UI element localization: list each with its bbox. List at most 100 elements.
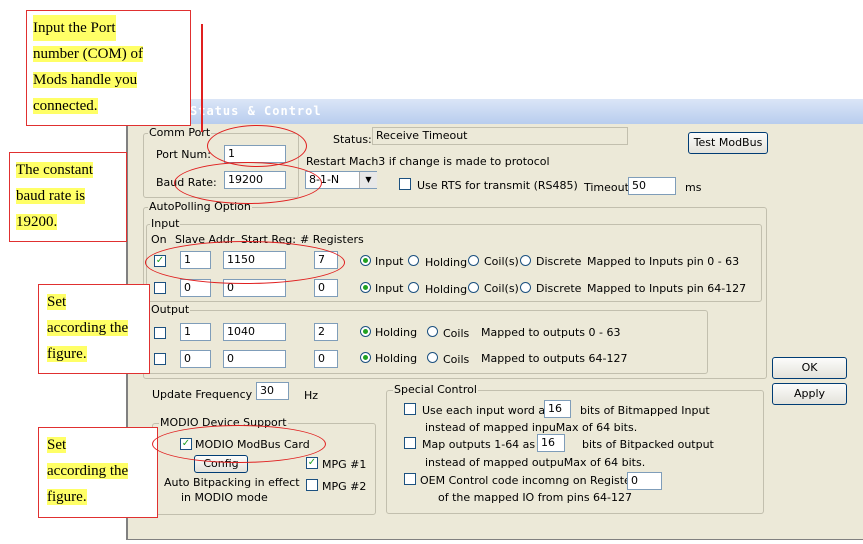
output-row1-holding-label: Holding <box>375 326 418 339</box>
mpg1-label: MPG #1 <box>322 458 367 471</box>
input-label: Input <box>150 217 181 230</box>
input-row2-count[interactable]: 0 <box>314 279 338 297</box>
output-row1-radio-holding[interactable] <box>360 326 371 337</box>
input-row1-radio-input[interactable] <box>360 255 371 266</box>
output-row2-coils-label: Coils <box>443 353 470 366</box>
apply-button[interactable]: Apply <box>772 383 847 405</box>
output-row2-radio-holding[interactable] <box>360 352 371 363</box>
annotation-baud-line1: The constant <box>16 162 94 178</box>
special-opt2-text-b: bits of Bitpacked output <box>582 438 714 451</box>
input-row2-coils-label: Coil(s) <box>484 282 519 295</box>
annotation-port-line3: Mods handle you <box>33 72 138 88</box>
highlight-ellipse-input-row <box>145 241 345 284</box>
input-row1-discrete-label: Discrete <box>536 255 582 268</box>
dialog-title: Status & Control <box>190 104 322 118</box>
special-opt3-checkbox[interactable] <box>404 473 416 485</box>
input-row2-discrete-label: Discrete <box>536 282 582 295</box>
output-row1-count[interactable]: 2 <box>314 323 338 341</box>
special-opt1-text-b: bits of Bitmapped Input <box>580 404 710 417</box>
output-row1-radio-coils[interactable] <box>427 326 438 337</box>
input-row1-coils-label: Coil(s) <box>484 255 519 268</box>
output-row2-radio-coils[interactable] <box>427 352 438 363</box>
special-opt2-input[interactable]: 16 <box>537 434 565 452</box>
timeout-label: Timeout <box>584 181 629 194</box>
output-row2-holding-label: Holding <box>375 352 418 365</box>
special-opt3-text-b: of the mapped IO from pins 64-127 <box>438 491 633 504</box>
input-row1-radio-holding[interactable] <box>408 255 419 266</box>
output-row1-start[interactable]: 1040 <box>223 323 286 341</box>
test-modbus-button[interactable]: Test ModBus <box>688 132 768 154</box>
output-row1-slave[interactable]: 1 <box>180 323 211 341</box>
special-opt2-text-a: Map outputs 1-64 as <box>422 438 536 451</box>
annotation-set1-line1: Set <box>47 294 67 310</box>
output-row2-on-checkbox[interactable] <box>154 353 166 365</box>
timeout-unit: ms <box>685 181 702 194</box>
input-row2-radio-holding[interactable] <box>408 282 419 293</box>
output-row2-slave[interactable]: 0 <box>180 350 211 368</box>
input-row1-holding-label: Holding <box>425 256 468 269</box>
output-row2-start[interactable]: 0 <box>223 350 286 368</box>
annotation-set-1: Set according the figure. <box>38 284 150 374</box>
mpg2-checkbox[interactable] <box>306 479 318 491</box>
output-row1-coils-label: Coils <box>443 327 470 340</box>
output-row1-mapped: Mapped to outputs 0 - 63 <box>481 326 621 339</box>
annotation-set1-line3: figure. <box>47 346 87 362</box>
annotation-set-2: Set according the figure. <box>38 427 158 518</box>
annotation-baud-line3: 19200. <box>16 214 58 230</box>
mpg2-label: MPG #2 <box>322 480 367 493</box>
modio-note-line2: in MODIO mode <box>181 491 268 504</box>
update-frequency-unit: Hz <box>304 389 319 402</box>
highlight-ellipse-modio <box>152 425 326 463</box>
output-label: Output <box>150 303 191 316</box>
status-label: Status: <box>333 133 372 146</box>
special-opt1-text-a: Use each input word as <box>422 404 551 417</box>
input-row1-radio-discrete[interactable] <box>520 255 531 266</box>
special-opt3-input[interactable]: 0 <box>627 472 662 490</box>
annotation-baud-line2: baud rate is <box>16 188 86 204</box>
annotation-set2-line1: Set <box>47 437 67 453</box>
input-row1-mapped: Mapped to Inputs pin 0 - 63 <box>587 255 740 268</box>
input-row2-radio-discrete[interactable] <box>520 282 531 293</box>
special-opt1-checkbox[interactable] <box>404 403 416 415</box>
highlight-ellipse-port <box>207 125 307 167</box>
input-row2-radio-input[interactable] <box>360 282 371 293</box>
status-value: Receive Timeout <box>372 127 628 145</box>
update-frequency-input[interactable]: 30 <box>256 382 289 400</box>
update-frequency-label: Update Frequency <box>152 388 253 401</box>
col-on-header: On <box>151 233 167 246</box>
input-row2-input-label: Input <box>375 282 404 295</box>
annotation-set2-line3: figure. <box>47 489 87 505</box>
annotation-port-word: Input the Port <box>33 15 116 41</box>
col-count-header: # Registers <box>300 233 364 246</box>
output-row2-count[interactable]: 0 <box>314 350 338 368</box>
annotation-port-pointer <box>201 24 203 132</box>
special-opt2-checkbox[interactable] <box>404 437 416 449</box>
rts-checkbox[interactable] <box>399 178 411 190</box>
input-row2-holding-label: Holding <box>425 283 468 296</box>
timeout-input[interactable]: 50 <box>628 177 676 195</box>
restart-note: Restart Mach3 if change is made to proto… <box>306 155 550 168</box>
ok-button[interactable]: OK <box>772 357 847 379</box>
port-num-label: Port Num: <box>156 148 211 161</box>
rts-label: Use RTS for transmit (RS485) <box>417 179 578 192</box>
input-row2-mapped: Mapped to Inputs pin 64-127 <box>587 282 747 295</box>
output-row1-on-checkbox[interactable] <box>154 327 166 339</box>
special-opt2-text-c: instead of mapped outpuMax of 64 bits. <box>425 456 646 469</box>
special-control-label: Special Control <box>393 383 478 396</box>
special-opt1-text-c: instead of mapped inpuMax of 64 bits. <box>425 421 638 434</box>
input-row1-radio-coils[interactable] <box>468 255 479 266</box>
annotation-port: Input the Port number (COM) of Mods hand… <box>26 10 191 126</box>
input-row2-on-checkbox[interactable] <box>154 282 166 294</box>
annotation-set2-line2: according the <box>47 463 129 479</box>
annotation-port-line2: number (COM) of <box>33 46 143 62</box>
highlight-ellipse-baud <box>174 162 322 204</box>
mpg1-checkbox[interactable]: ✓ <box>306 457 318 469</box>
annotation-port-line4: connected. <box>33 98 98 114</box>
special-opt1-input[interactable]: 16 <box>544 400 571 418</box>
annotation-set1-line2: according the <box>47 320 129 336</box>
chevron-down-icon[interactable]: ▼ <box>359 172 377 188</box>
annotation-baud: The constant baud rate is 19200. <box>9 152 127 242</box>
input-row2-radio-coils[interactable] <box>468 282 479 293</box>
modio-note-line1: Auto Bitpacking in effect <box>164 476 300 489</box>
input-row1-input-label: Input <box>375 255 404 268</box>
